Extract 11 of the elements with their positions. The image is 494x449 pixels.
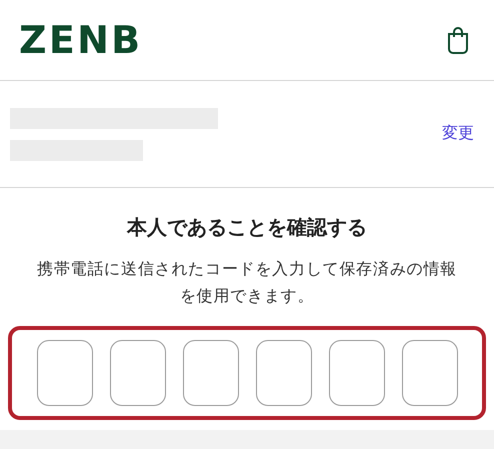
code-digit-field[interactable] (256, 340, 312, 406)
code-digit-field[interactable] (110, 340, 166, 406)
change-link[interactable]: 変更 (442, 122, 474, 146)
code-digit-field[interactable] (36, 340, 92, 406)
logo[interactable]: ZENB (19, 21, 142, 59)
verify-description: 携帯電話に送信されたコードを入力して保存済みの情報を使用できます。 (37, 260, 457, 307)
code-digit-field[interactable] (402, 340, 458, 406)
code-digit-field[interactable] (182, 340, 238, 406)
shopping-bag-icon[interactable] (446, 26, 470, 54)
verify-title: 本人であることを確認する (127, 216, 367, 241)
code-digit-field[interactable] (328, 340, 384, 406)
